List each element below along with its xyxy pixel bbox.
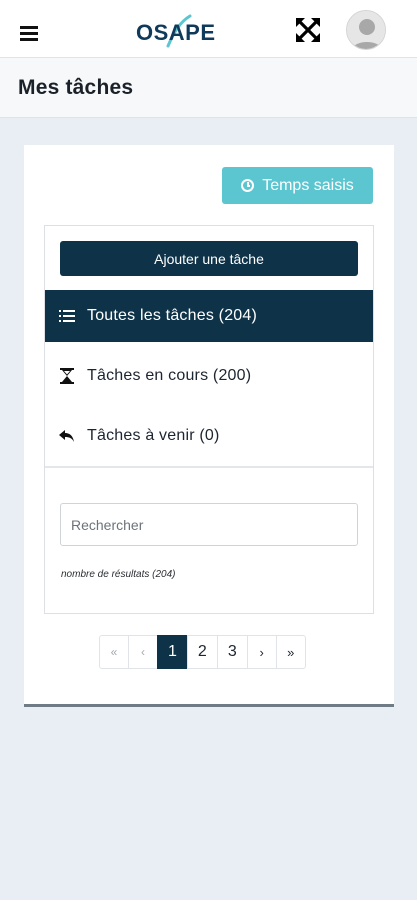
- pagination-page-2[interactable]: 2: [186, 635, 218, 669]
- page-header: Mes tâches: [0, 58, 417, 118]
- filter-all-label: Toutes les tâches (204): [87, 307, 258, 324]
- pagination-first[interactable]: «: [99, 635, 129, 669]
- pagination-next[interactable]: ›: [246, 635, 277, 669]
- pagination-page-1[interactable]: 1: [157, 635, 188, 669]
- search-input[interactable]: [60, 503, 358, 546]
- add-task-button[interactable]: Ajouter une tâche: [60, 241, 358, 276]
- hourglass-icon: [59, 368, 75, 384]
- filter-in-progress[interactable]: Tâches en cours (200): [45, 350, 373, 402]
- filter-all-tasks[interactable]: Toutes les tâches (204): [45, 290, 373, 342]
- app-logo[interactable]: OSAPE: [130, 10, 220, 52]
- list-icon: [59, 308, 75, 324]
- pagination-prev[interactable]: ‹: [128, 635, 158, 669]
- pagination-last[interactable]: »: [275, 635, 306, 669]
- expand-arrows-icon[interactable]: [295, 17, 321, 43]
- reply-arrow-icon: [59, 428, 75, 444]
- logo-text: OSAPE: [136, 20, 216, 45]
- top-navbar: OSAPE: [0, 0, 417, 58]
- clock-icon: [241, 179, 255, 192]
- tasks-panel: Ajouter une tâche Toutes les tâches (204…: [44, 225, 374, 614]
- temps-saisis-label: Temps saisis: [262, 176, 354, 194]
- user-avatar-icon[interactable]: [346, 10, 386, 50]
- filter-upcoming-label: Tâches à venir (0): [87, 427, 220, 444]
- pagination: « ‹ 1 2 3 › »: [99, 635, 306, 669]
- tasks-card: Temps saisis Ajouter une tâche Toutes le…: [24, 145, 394, 707]
- add-task-label: Ajouter une tâche: [154, 250, 264, 267]
- divider: [45, 466, 373, 468]
- pagination-page-3[interactable]: 3: [216, 635, 248, 669]
- results-count: nombre de résultats (204): [61, 569, 176, 580]
- page-title: Mes tâches: [18, 76, 134, 99]
- filter-upcoming[interactable]: Tâches à venir (0): [45, 410, 373, 462]
- temps-saisis-button[interactable]: Temps saisis: [222, 167, 373, 204]
- filter-in-progress-label: Tâches en cours (200): [87, 367, 252, 384]
- hamburger-icon[interactable]: [20, 26, 42, 44]
